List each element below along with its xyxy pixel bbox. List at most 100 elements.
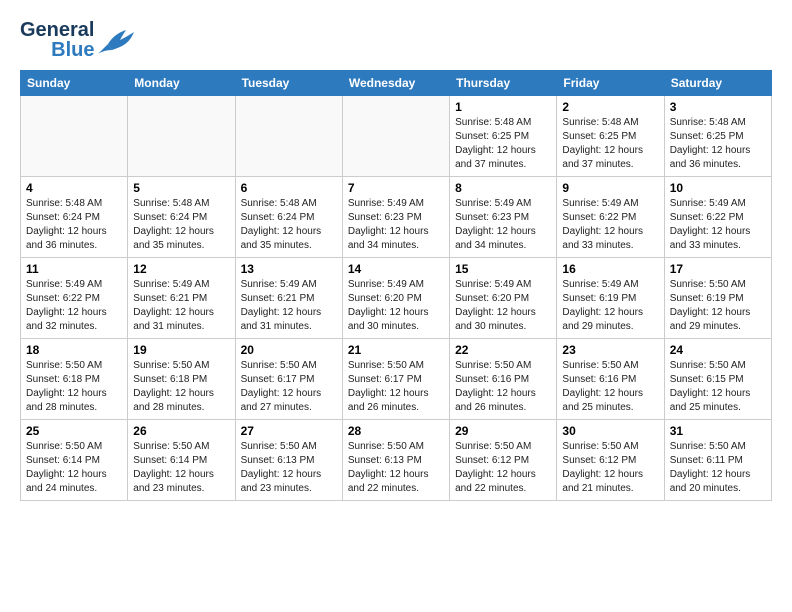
day-number: 23 (562, 343, 658, 357)
day-cell-12: 12Sunrise: 5:49 AM Sunset: 6:21 PM Dayli… (128, 258, 235, 339)
day-number: 19 (133, 343, 229, 357)
day-cell-15: 15 Sunrise: 5:49 AM Sunset: 6:20 PM Dayli… (450, 258, 557, 339)
day-number: 14 (348, 262, 444, 276)
day-number: 2 (562, 100, 658, 114)
logo-blue: Blue (51, 40, 94, 60)
day-cell-9: 9 Sunrise: 5:49 AM Sunset: 6:22 PM Daylig… (557, 177, 664, 258)
day-info: Sunrise: 5:50 AM Sunset: 6:12 PM Dayligh… (562, 440, 658, 496)
day-info: Sunrise: 5:49 AM Sunset: 6:23 PM Dayligh… (455, 197, 551, 253)
logo: General Blue (20, 20, 134, 60)
day-cell-empty (128, 96, 235, 177)
day-number: 9 (562, 181, 658, 195)
day-cell-22: 22Sunrise: 5:50 AM Sunset: 6:16 PM Dayli… (450, 339, 557, 420)
day-number: 25 (26, 424, 122, 438)
day-cell-2: 2 Sunrise: 5:48 AM Sunset: 6:25 PM Daylig… (557, 96, 664, 177)
day-number: 30 (562, 424, 658, 438)
day-cell-empty (235, 96, 342, 177)
weekday-header-row: SundayMondayTuesdayWednesdayThursdayFrid… (21, 71, 772, 96)
day-cell-16: 16 Sunrise: 5:49 AM Sunset: 6:19 PM Dayli… (557, 258, 664, 339)
day-cell-17: 17Sunrise: 5:50 AM Sunset: 6:19 PM Dayli… (664, 258, 771, 339)
day-number: 11 (26, 262, 122, 276)
week-row-3: 11 Sunrise: 5:49 AM Sunset: 6:22 PM Dayli… (21, 258, 772, 339)
day-cell-20: 20 Sunrise: 5:50 AM Sunset: 6:17 PM Dayli… (235, 339, 342, 420)
week-row-1: 1 Sunrise: 5:48 AM Sunset: 6:25 PM Daylig… (21, 96, 772, 177)
day-info: Sunrise: 5:49 AM Sunset: 6:20 PM Dayligh… (348, 278, 444, 334)
day-number: 1 (455, 100, 551, 114)
header-tuesday: Tuesday (235, 71, 342, 96)
day-cell-31: 31 Sunrise: 5:50 AM Sunset: 6:11 PM Dayli… (664, 420, 771, 501)
day-info: Sunrise: 5:49 AM Sunset: 6:22 PM Dayligh… (670, 197, 766, 253)
day-info: Sunrise: 5:50 AM Sunset: 6:17 PM Dayligh… (241, 359, 337, 415)
day-cell-13: 13 Sunrise: 5:49 AM Sunset: 6:21 PM Dayli… (235, 258, 342, 339)
day-number: 4 (26, 181, 122, 195)
day-cell-3: 3 Sunrise: 5:48 AM Sunset: 6:25 PM Daylig… (664, 96, 771, 177)
day-number: 8 (455, 181, 551, 195)
day-info: Sunrise: 5:50 AM Sunset: 6:19 PM Dayligh… (670, 278, 766, 334)
calendar-table: SundayMondayTuesdayWednesdayThursdayFrid… (20, 70, 772, 501)
day-cell-27: 27 Sunrise: 5:50 AM Sunset: 6:13 PM Dayli… (235, 420, 342, 501)
day-cell-empty (342, 96, 449, 177)
day-info: Sunrise: 5:49 AM Sunset: 6:23 PM Dayligh… (348, 197, 444, 253)
header-monday: Monday (128, 71, 235, 96)
day-info: Sunrise: 5:50 AM Sunset: 6:15 PM Dayligh… (670, 359, 766, 415)
day-number: 28 (348, 424, 444, 438)
day-number: 24 (670, 343, 766, 357)
day-number: 5 (133, 181, 229, 195)
day-number: 7 (348, 181, 444, 195)
day-cell-25: 25Sunrise: 5:50 AM Sunset: 6:14 PM Dayli… (21, 420, 128, 501)
day-cell-empty (21, 96, 128, 177)
page-header: General Blue (20, 20, 772, 60)
day-info: Sunrise: 5:48 AM Sunset: 6:24 PM Dayligh… (133, 197, 229, 253)
day-cell-6: 6Sunrise: 5:48 AM Sunset: 6:24 PM Daylig… (235, 177, 342, 258)
day-info: Sunrise: 5:49 AM Sunset: 6:22 PM Dayligh… (26, 278, 122, 334)
day-info: Sunrise: 5:50 AM Sunset: 6:13 PM Dayligh… (348, 440, 444, 496)
day-cell-24: 24 Sunrise: 5:50 AM Sunset: 6:15 PM Dayli… (664, 339, 771, 420)
header-thursday: Thursday (450, 71, 557, 96)
day-info: Sunrise: 5:50 AM Sunset: 6:18 PM Dayligh… (133, 359, 229, 415)
day-info: Sunrise: 5:49 AM Sunset: 6:19 PM Dayligh… (562, 278, 658, 334)
day-info: Sunrise: 5:50 AM Sunset: 6:11 PM Dayligh… (670, 440, 766, 496)
header-wednesday: Wednesday (342, 71, 449, 96)
day-cell-11: 11 Sunrise: 5:49 AM Sunset: 6:22 PM Dayli… (21, 258, 128, 339)
header-saturday: Saturday (664, 71, 771, 96)
day-number: 15 (455, 262, 551, 276)
day-number: 20 (241, 343, 337, 357)
day-info: Sunrise: 5:49 AM Sunset: 6:22 PM Dayligh… (562, 197, 658, 253)
day-cell-28: 28 Sunrise: 5:50 AM Sunset: 6:13 PM Dayli… (342, 420, 449, 501)
day-info: Sunrise: 5:48 AM Sunset: 6:25 PM Dayligh… (670, 116, 766, 172)
day-cell-8: 8 Sunrise: 5:49 AM Sunset: 6:23 PM Daylig… (450, 177, 557, 258)
day-cell-18: 18Sunrise: 5:50 AM Sunset: 6:18 PM Dayli… (21, 339, 128, 420)
day-info: Sunrise: 5:49 AM Sunset: 6:20 PM Dayligh… (455, 278, 551, 334)
day-cell-26: 26Sunrise: 5:50 AM Sunset: 6:14 PM Dayli… (128, 420, 235, 501)
day-cell-29: 29Sunrise: 5:50 AM Sunset: 6:12 PM Dayli… (450, 420, 557, 501)
logo-general: General (20, 20, 94, 40)
day-number: 10 (670, 181, 766, 195)
day-cell-30: 30 Sunrise: 5:50 AM Sunset: 6:12 PM Dayli… (557, 420, 664, 501)
day-info: Sunrise: 5:50 AM Sunset: 6:17 PM Dayligh… (348, 359, 444, 415)
day-info: Sunrise: 5:50 AM Sunset: 6:14 PM Dayligh… (133, 440, 229, 496)
day-cell-4: 4 Sunrise: 5:48 AM Sunset: 6:24 PM Daylig… (21, 177, 128, 258)
day-number: 21 (348, 343, 444, 357)
day-info: Sunrise: 5:49 AM Sunset: 6:21 PM Dayligh… (241, 278, 337, 334)
header-sunday: Sunday (21, 71, 128, 96)
day-cell-10: 10 Sunrise: 5:49 AM Sunset: 6:22 PM Dayli… (664, 177, 771, 258)
day-info: Sunrise: 5:48 AM Sunset: 6:25 PM Dayligh… (455, 116, 551, 172)
day-number: 31 (670, 424, 766, 438)
day-number: 13 (241, 262, 337, 276)
day-info: Sunrise: 5:48 AM Sunset: 6:24 PM Dayligh… (241, 197, 337, 253)
day-number: 16 (562, 262, 658, 276)
day-cell-21: 21 Sunrise: 5:50 AM Sunset: 6:17 PM Dayli… (342, 339, 449, 420)
day-number: 27 (241, 424, 337, 438)
day-info: Sunrise: 5:48 AM Sunset: 6:24 PM Dayligh… (26, 197, 122, 253)
day-cell-7: 7 Sunrise: 5:49 AM Sunset: 6:23 PM Daylig… (342, 177, 449, 258)
day-number: 18 (26, 343, 122, 357)
day-info: Sunrise: 5:48 AM Sunset: 6:25 PM Dayligh… (562, 116, 658, 172)
week-row-5: 25 Sunrise: 5:50 AM Sunset: 6:14 PM Dayli… (21, 420, 772, 501)
day-info: Sunrise: 5:49 AM Sunset: 6:21 PM Dayligh… (133, 278, 229, 334)
header-friday: Friday (557, 71, 664, 96)
day-info: Sunrise: 5:50 AM Sunset: 6:13 PM Dayligh… (241, 440, 337, 496)
day-number: 29 (455, 424, 551, 438)
day-cell-23: 23Sunrise: 5:50 AM Sunset: 6:16 PM Dayli… (557, 339, 664, 420)
day-number: 3 (670, 100, 766, 114)
week-row-2: 4 Sunrise: 5:48 AM Sunset: 6:24 PM Daylig… (21, 177, 772, 258)
